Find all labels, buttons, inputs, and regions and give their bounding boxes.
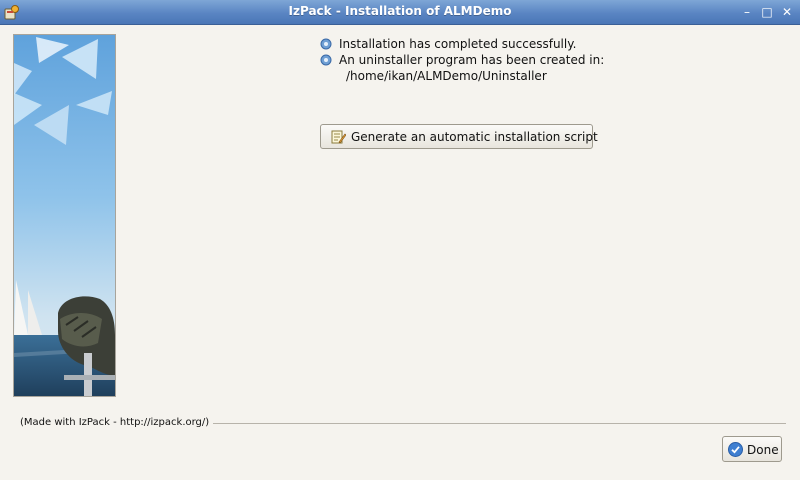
checkmark-icon (728, 442, 743, 457)
title-bar: IzPack - Installation of ALMDemo – □ ✕ (0, 0, 800, 25)
maximize-button[interactable]: □ (760, 5, 774, 19)
done-button[interactable]: Done (722, 436, 782, 462)
gear-icon (320, 38, 332, 50)
generate-script-label: Generate an automatic installation scrip… (351, 130, 598, 144)
uninstaller-path: /home/ikan/ALMDemo/Uninstaller (346, 69, 547, 83)
done-label: Done (747, 443, 779, 457)
window-title: IzPack - Installation of ALMDemo (288, 4, 512, 18)
minimize-button[interactable]: – (740, 5, 754, 19)
gear-icon (320, 54, 332, 66)
made-with-label: (Made with IzPack - http://izpack.org/) (20, 417, 214, 429)
generate-script-button[interactable]: Generate an automatic installation scrip… (320, 124, 598, 149)
message-text: An uninstaller program has been created … (339, 53, 605, 67)
close-button[interactable]: ✕ (780, 5, 794, 19)
message-text: Installation has completed successfully. (339, 37, 577, 51)
script-edit-icon (331, 130, 346, 144)
installer-banner-image (13, 34, 116, 397)
